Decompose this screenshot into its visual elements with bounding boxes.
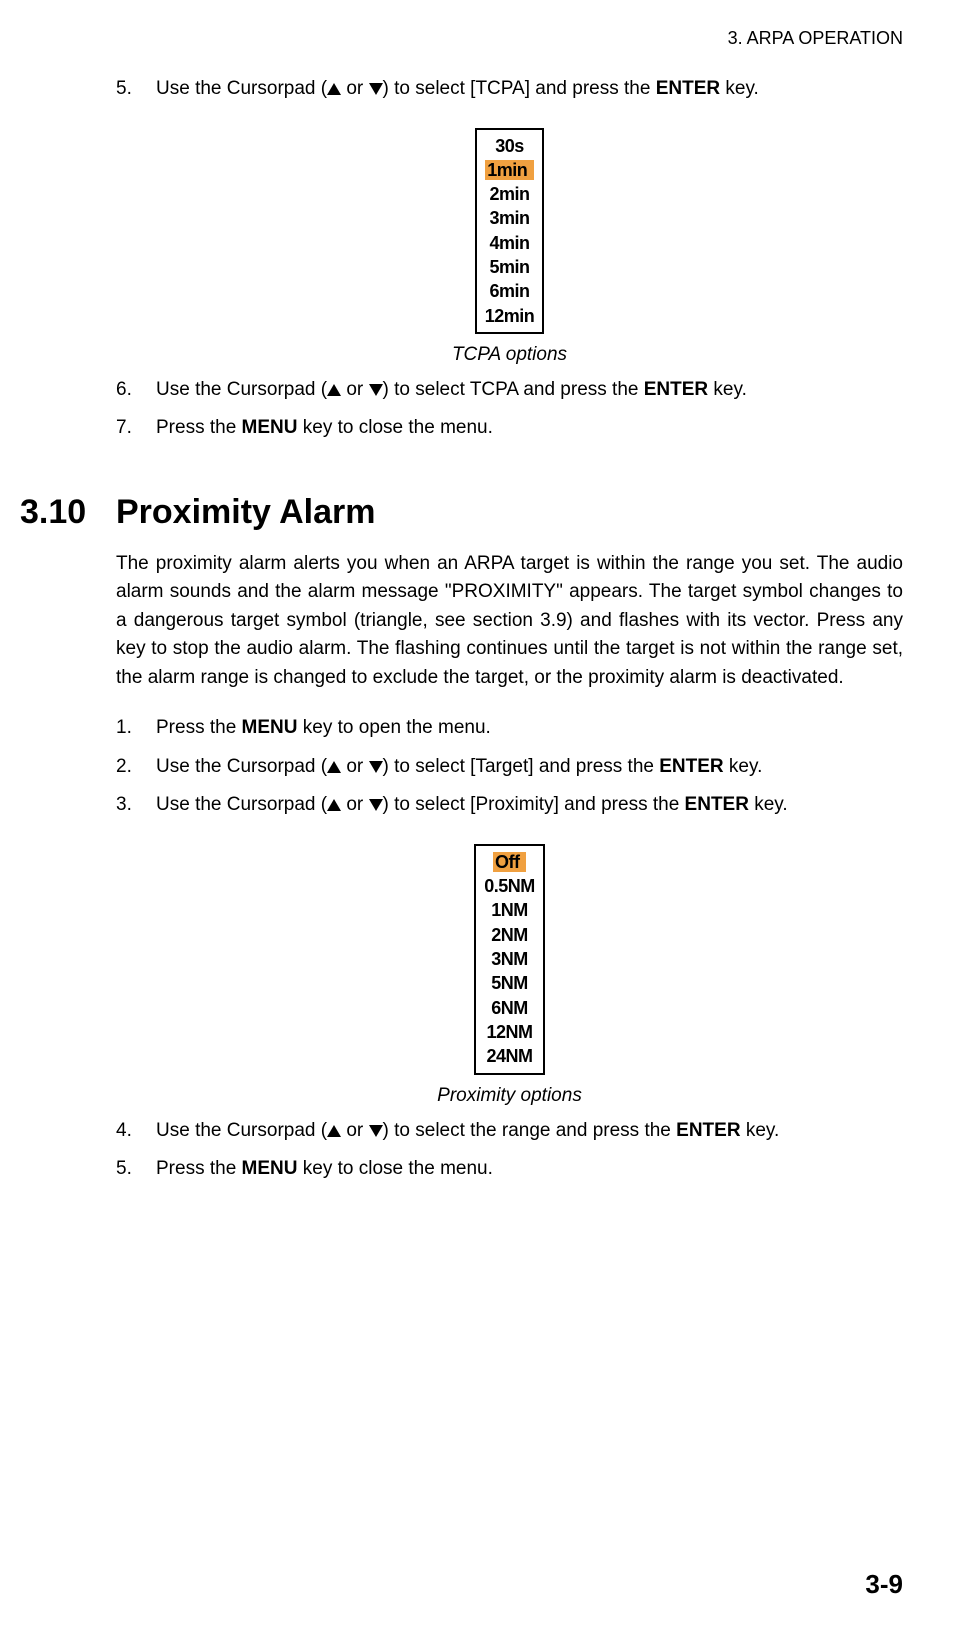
- section-title: Proximity Alarm: [116, 493, 376, 532]
- triangle-down-icon: [369, 83, 383, 95]
- key-name: MENU: [242, 717, 298, 738]
- step-text: Use the Cursorpad ( or ) to select [Prox…: [156, 791, 903, 820]
- tcpa-figure: 30s1min 2min3min4min5min6min12min TCPA o…: [116, 128, 903, 366]
- content: 5. Use the Cursorpad ( or ) to select [TC…: [116, 75, 903, 1184]
- step-text: Use the Cursorpad ( or ) to select [TCPA…: [156, 75, 903, 104]
- step-text: Press the MENU key to open the menu.: [156, 714, 903, 743]
- option-item: 4min: [485, 231, 535, 255]
- option-item: 1NM: [484, 898, 535, 922]
- key-name: ENTER: [685, 794, 749, 815]
- step-number: 4.: [116, 1117, 146, 1146]
- step-number: 1.: [116, 714, 146, 743]
- triangle-down-icon: [369, 384, 383, 396]
- proximity-caption: Proximity options: [116, 1085, 903, 1107]
- option-item: 5NM: [484, 971, 535, 995]
- option-item: 30s: [485, 134, 535, 158]
- option-item: 12NM: [484, 1020, 535, 1044]
- step-number: 3.: [116, 791, 146, 820]
- option-item: 5min: [485, 255, 535, 279]
- page-number: 3-9: [865, 1569, 903, 1600]
- tcpa-options-list: 30s1min 2min3min4min5min6min12min: [475, 128, 545, 334]
- triangle-down-icon: [369, 799, 383, 811]
- step-text: Use the Cursorpad ( or ) to select the r…: [156, 1117, 903, 1146]
- option-item: 3min: [485, 206, 535, 230]
- step-text: Use the Cursorpad ( or ) to select TCPA …: [156, 376, 903, 405]
- step-text: Press the MENU key to close the menu.: [156, 414, 903, 443]
- option-item: 6min: [485, 279, 535, 303]
- option-item: 2NM: [484, 923, 535, 947]
- step-item: 5. Press the MENU key to close the menu.: [116, 1155, 903, 1184]
- triangle-down-icon: [369, 761, 383, 773]
- option-item: 2min: [485, 182, 535, 206]
- section-number: 3.10: [20, 493, 116, 532]
- step-item: 4. Use the Cursorpad ( or ) to select the…: [116, 1117, 903, 1146]
- triangle-down-icon: [369, 1125, 383, 1137]
- step-item: 5. Use the Cursorpad ( or ) to select [TC…: [116, 75, 903, 104]
- option-item: 0.5NM: [484, 874, 535, 898]
- key-name: ENTER: [676, 1120, 740, 1141]
- step-text: Press the MENU key to close the menu.: [156, 1155, 903, 1184]
- proximity-figure: Off 0.5NM1NM2NM3NM5NM6NM12NM24NM Proximi…: [116, 844, 903, 1107]
- tcpa-caption: TCPA options: [116, 344, 903, 366]
- option-item: 3NM: [484, 947, 535, 971]
- triangle-up-icon: [327, 83, 341, 95]
- key-name: MENU: [242, 417, 298, 438]
- option-item: 6NM: [484, 996, 535, 1020]
- section-paragraph: The proximity alarm alerts you when an A…: [116, 550, 903, 693]
- option-item: 12min: [485, 304, 535, 328]
- key-name: MENU: [242, 1158, 298, 1179]
- triangle-up-icon: [327, 1125, 341, 1137]
- triangle-up-icon: [327, 799, 341, 811]
- step-item: 2. Use the Cursorpad ( or ) to select [Ta…: [116, 753, 903, 782]
- key-name: ENTER: [656, 78, 720, 99]
- key-name: ENTER: [644, 379, 708, 400]
- option-item: 1min: [485, 158, 535, 182]
- option-item: 24NM: [484, 1044, 535, 1068]
- chapter-header: 3. ARPA OPERATION: [728, 28, 903, 49]
- step-number: 5.: [116, 75, 146, 104]
- triangle-up-icon: [327, 761, 341, 773]
- triangle-up-icon: [327, 384, 341, 396]
- step-number: 5.: [116, 1155, 146, 1184]
- step-item: 6. Use the Cursorpad ( or ) to select TCP…: [116, 376, 903, 405]
- key-name: ENTER: [659, 756, 723, 777]
- step-item: 7. Press the MENU key to close the menu.: [116, 414, 903, 443]
- step-item: 3. Use the Cursorpad ( or ) to select [Pr…: [116, 791, 903, 820]
- step-number: 2.: [116, 753, 146, 782]
- step-text: Use the Cursorpad ( or ) to select [Targ…: [156, 753, 903, 782]
- option-item: Off: [484, 850, 535, 874]
- step-number: 6.: [116, 376, 146, 405]
- step-item: 1. Press the MENU key to open the menu.: [116, 714, 903, 743]
- section-heading: 3.10 Proximity Alarm: [20, 493, 903, 532]
- step-number: 7.: [116, 414, 146, 443]
- proximity-options-list: Off 0.5NM1NM2NM3NM5NM6NM12NM24NM: [474, 844, 545, 1075]
